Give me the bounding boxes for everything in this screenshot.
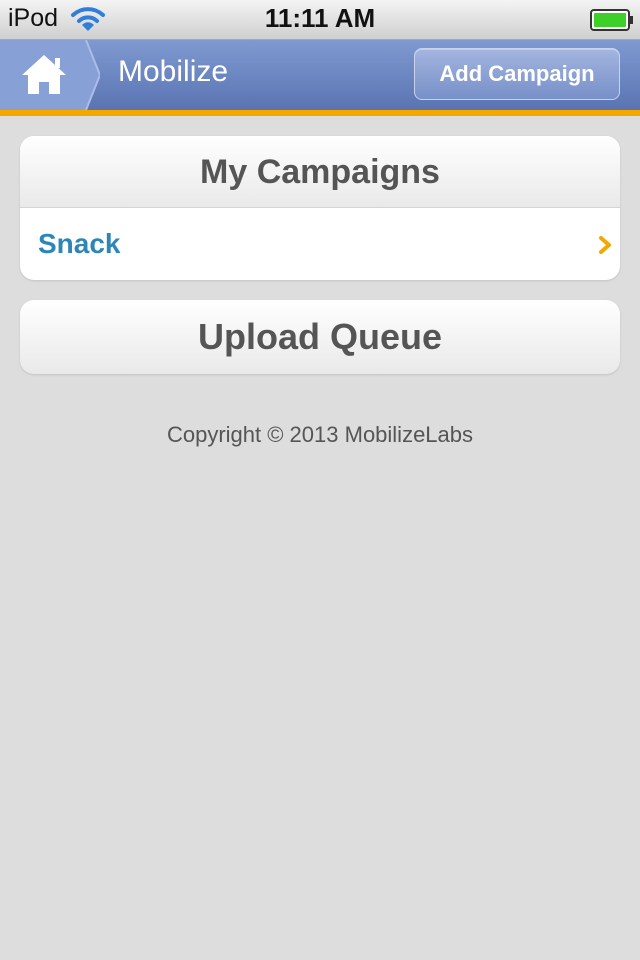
my-campaigns-heading: My Campaigns (20, 136, 620, 208)
add-campaign-button[interactable]: Add Campaign (414, 48, 620, 100)
upload-queue-button[interactable]: Upload Queue (20, 300, 620, 374)
home-icon (0, 39, 102, 111)
chevron-right-icon (599, 236, 611, 254)
campaign-item-label: Snack (38, 228, 121, 259)
campaign-item-snack[interactable]: Snack (20, 208, 620, 280)
page-title: Mobilize (118, 55, 229, 88)
status-bar: iPod 11:11 AM (0, 0, 640, 40)
header-accent-stripe (0, 110, 640, 116)
copyright-text: Copyright © 2013 MobilizeLabs (166, 422, 474, 447)
my-campaigns-card: My Campaigns Snack (20, 136, 620, 280)
battery-icon (590, 9, 633, 31)
home-button[interactable] (0, 39, 102, 111)
status-time: 11:11 AM (264, 3, 376, 33)
